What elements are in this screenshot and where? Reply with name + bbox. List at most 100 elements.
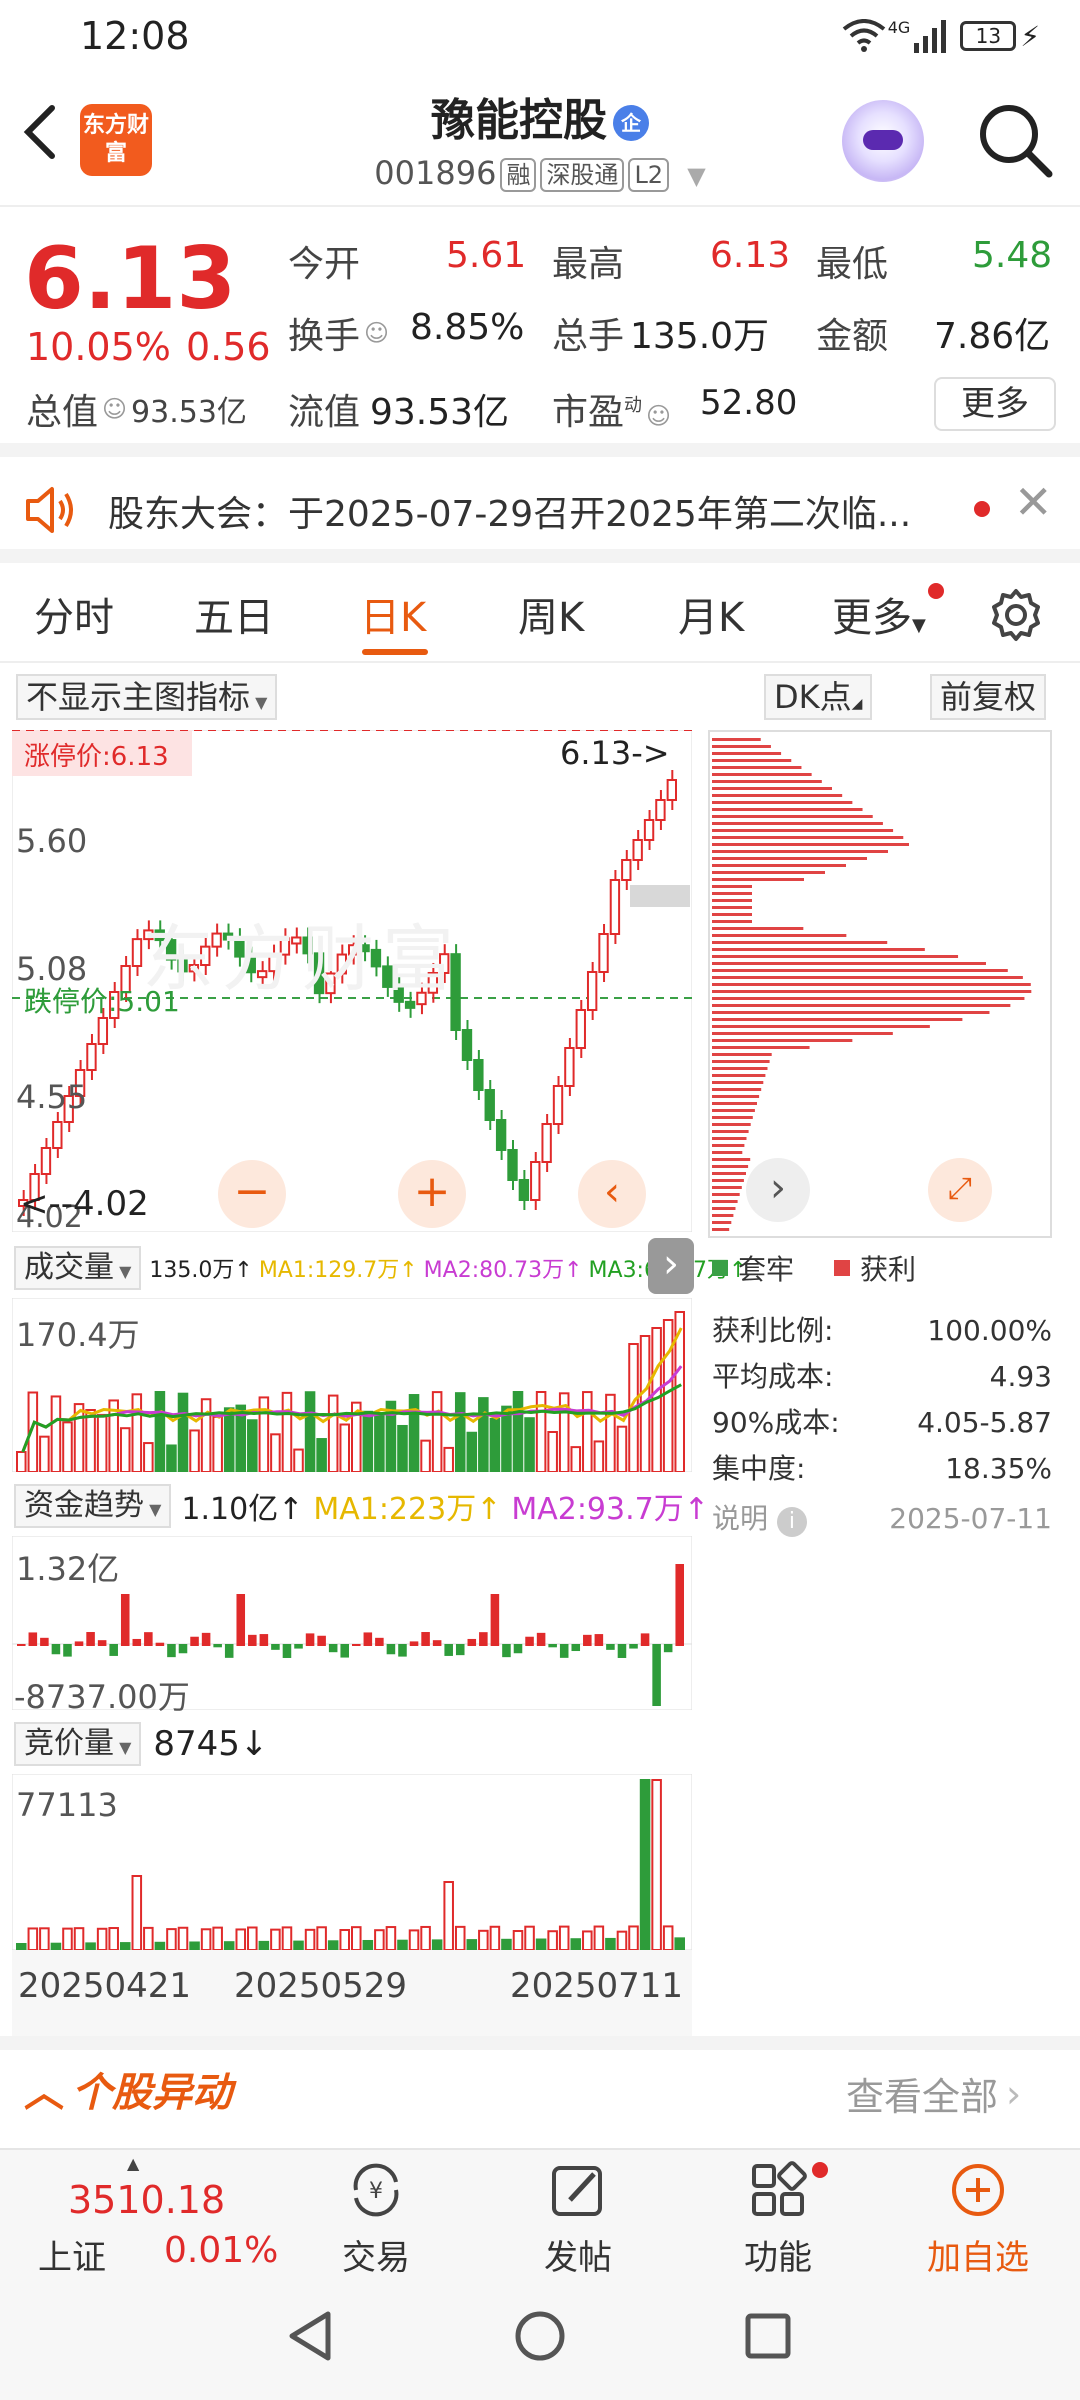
fund-bar [502, 1644, 511, 1658]
more-quote-button[interactable]: 更多 [934, 377, 1056, 431]
current-price: 6.13 [24, 229, 237, 329]
auction-bar [73, 1927, 85, 1950]
tab-intraday[interactable]: 分时 [34, 585, 114, 643]
fund-bar [178, 1644, 188, 1654]
auction-bar [512, 1930, 524, 1950]
expand-right-button[interactable]: › [746, 1158, 810, 1222]
pe-label: 市盈动 ☺ [552, 383, 675, 435]
chip-bar [712, 1067, 768, 1070]
min-price-marker: <--4.02 [20, 1184, 149, 1224]
volume-bar [39, 1435, 50, 1472]
auction-header: 竞价量 ▼ 8745↓ [14, 1720, 268, 1768]
home-circle-icon[interactable] [512, 2308, 568, 2364]
fund-bar [559, 1644, 569, 1658]
fund-bar [201, 1632, 211, 1646]
scroll-left-button[interactable]: ‹ [578, 1160, 646, 1228]
fund-bar [594, 1634, 604, 1646]
y-tick-5-60: 5.60 [16, 822, 88, 860]
fund-bar [352, 1643, 361, 1646]
index-ticker[interactable]: ▲ 3510.18 上证 0.01% [0, 2150, 278, 2280]
search-icon[interactable] [975, 100, 1055, 180]
volume-select[interactable]: 成交量 ▼ [14, 1246, 142, 1290]
nav-add-watchlist[interactable]: 加自选 [908, 2160, 1048, 2279]
fund-bar [467, 1638, 477, 1646]
dk-point-button[interactable]: DK点◢ [764, 674, 873, 720]
legend-trapped: 套牢 [738, 1253, 795, 1286]
panel-expand-button[interactable]: › [648, 1238, 694, 1294]
fund-ma1: MA1:223万↑ [313, 1492, 502, 1527]
tab-daily-k[interactable]: 日K [360, 585, 426, 643]
chip-bar [712, 1004, 1011, 1007]
fullscreen-icon[interactable]: ⤢ [928, 1158, 992, 1222]
main-indicator-select[interactable]: 不显示主图指标 ▼ [16, 674, 278, 720]
zoom-in-button[interactable]: + [398, 1160, 466, 1228]
auction-bar [281, 1926, 293, 1950]
chip-bar [712, 1032, 893, 1035]
tab-five-day[interactable]: 五日 [194, 585, 274, 643]
info-icon[interactable]: ☺ [646, 402, 671, 430]
info-icon[interactable]: ☺ [364, 319, 389, 347]
gear-icon[interactable] [988, 587, 1044, 643]
volume-chart[interactable]: 170.4万 [12, 1298, 692, 1472]
tab-more[interactable]: 更多▼ [832, 585, 926, 643]
recents-square-icon[interactable] [742, 2310, 794, 2362]
fund-bar [629, 1644, 638, 1649]
auction-bar [662, 1925, 674, 1950]
candle-body [40, 1147, 52, 1175]
zoom-out-button[interactable]: − [218, 1160, 286, 1228]
chip-bars [712, 738, 1032, 1231]
adjust-select[interactable]: 前复权 [930, 674, 1047, 720]
fund-bar [74, 1641, 84, 1646]
back-triangle-icon[interactable] [284, 2308, 336, 2364]
assistant-avatar[interactable] [842, 100, 924, 182]
auction-bar [247, 1926, 258, 1950]
movement-title-row[interactable]: ︿ 个股异动 [24, 2060, 232, 2118]
total-value-value: 93.53亿 [131, 395, 247, 430]
view-all-link[interactable]: 查看全部 › [846, 2066, 1021, 2121]
tab-weekly-k[interactable]: 周K [518, 585, 584, 643]
fund-bar [294, 1644, 303, 1649]
fund-bar [224, 1644, 234, 1658]
candle-body [461, 1029, 473, 1061]
auction-select[interactable]: 竞价量 ▼ [14, 1722, 142, 1766]
kline-chart[interactable]: 东方财富 涨停价:6.13 跌停价:5.01 5.60 5.08 4.55 4.… [12, 730, 692, 1235]
chip-distribution-chart[interactable]: › ⤢ [708, 730, 1052, 1238]
fund-bar [652, 1644, 661, 1706]
auction-chart[interactable]: 77113 [12, 1774, 692, 1950]
nav-post[interactable]: 发帖 [508, 2160, 648, 2279]
chip-bar [712, 997, 1025, 1000]
notice-bar[interactable]: 股东大会：于2025-07-29召开2025年第二次临... ✕ [0, 457, 1080, 563]
nav-trade[interactable]: ¥ 交易 [306, 2160, 446, 2279]
chip-bar [712, 1109, 755, 1112]
volume-bar [408, 1394, 420, 1472]
info-icon[interactable]: ☺ [102, 395, 127, 423]
dropdown-triangle-icon: ▼ [250, 693, 268, 712]
fund-bar [536, 1632, 546, 1646]
candle-body [97, 1017, 109, 1045]
fund-bar [259, 1634, 269, 1646]
chip-bar [712, 780, 822, 783]
nav-functions-label: 功能 [744, 2238, 812, 2278]
tag-connect: 深股通 [540, 158, 625, 192]
candle-body [586, 971, 598, 1011]
view-all-label: 查看全部 [846, 2075, 999, 2119]
fund-select[interactable]: 资金趋势 ▼ [14, 1484, 172, 1528]
candle-body [632, 839, 643, 861]
total-value-label: 总值 [26, 392, 99, 433]
volume-bar [374, 1412, 385, 1472]
chip-note[interactable]: 说明 i [712, 1496, 807, 1542]
chevron-up-icon: ︿ [24, 2070, 64, 2116]
auction-bar [177, 1926, 189, 1950]
fund-bar [236, 1594, 246, 1646]
info-icon: i [776, 1507, 807, 1537]
tab-monthly-k[interactable]: 月K [678, 585, 744, 643]
chip-bar [712, 850, 888, 853]
fund-chart[interactable]: 1.32亿 -8737.00万 [12, 1536, 692, 1716]
close-icon[interactable]: ✕ [1014, 475, 1053, 529]
fund-bar [305, 1633, 315, 1646]
auction-bar [651, 1779, 662, 1950]
nav-functions[interactable]: 功能 [708, 2160, 848, 2279]
volume-bar [605, 1393, 616, 1472]
status-bar: 12:08 4G 13 ⚡ [0, 0, 1080, 72]
chip-bar [712, 1011, 990, 1014]
